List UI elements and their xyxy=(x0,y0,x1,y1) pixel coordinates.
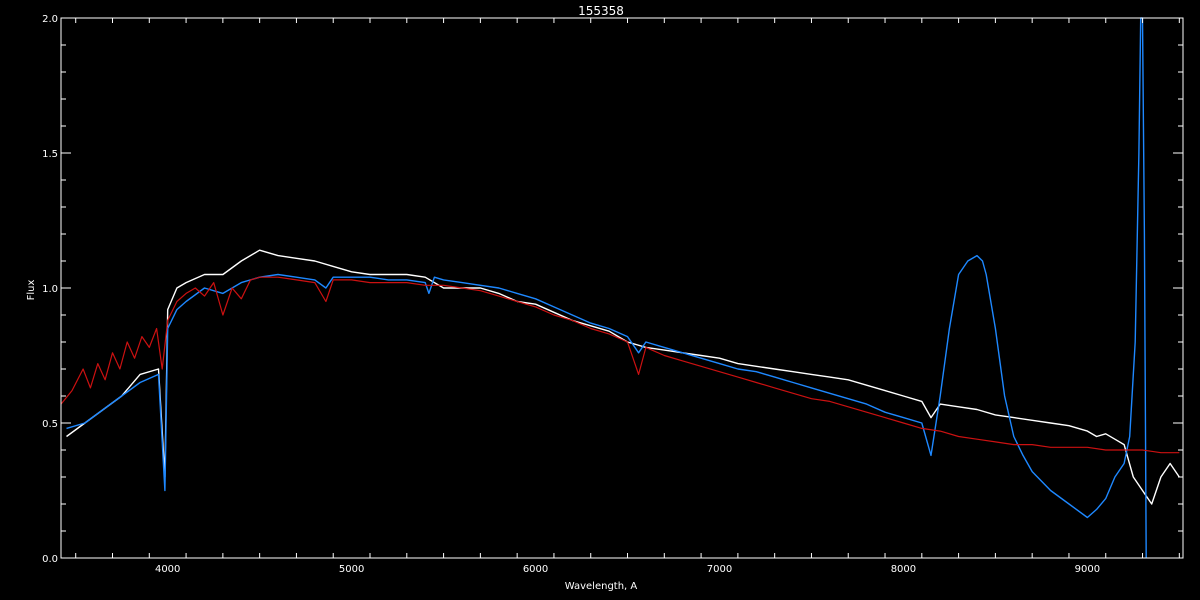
x-axis-label: Wavelength, A xyxy=(565,581,638,592)
y-tick-label: 1.0 xyxy=(42,284,58,295)
x-tick-label: 8000 xyxy=(891,564,916,575)
y-tick-label: 0.5 xyxy=(42,419,58,430)
y-tick-label: 1.5 xyxy=(42,149,58,160)
x-tick-label: 9000 xyxy=(1075,564,1100,575)
x-tick-label: 5000 xyxy=(339,564,364,575)
plot-background xyxy=(0,0,1200,600)
y-tick-label: 2.0 xyxy=(42,14,58,25)
chart-title: 155358 xyxy=(578,4,624,18)
y-axis-label: Flux xyxy=(26,280,37,301)
spectrum-plot: 155358 Wavelength, A Flux 4000 5000 6000 70… xyxy=(0,0,1200,600)
x-tick-label: 4000 xyxy=(155,564,180,575)
y-tick-label: 0.0 xyxy=(42,554,58,565)
x-tick-label: 6000 xyxy=(523,564,548,575)
x-tick-label: 7000 xyxy=(707,564,732,575)
